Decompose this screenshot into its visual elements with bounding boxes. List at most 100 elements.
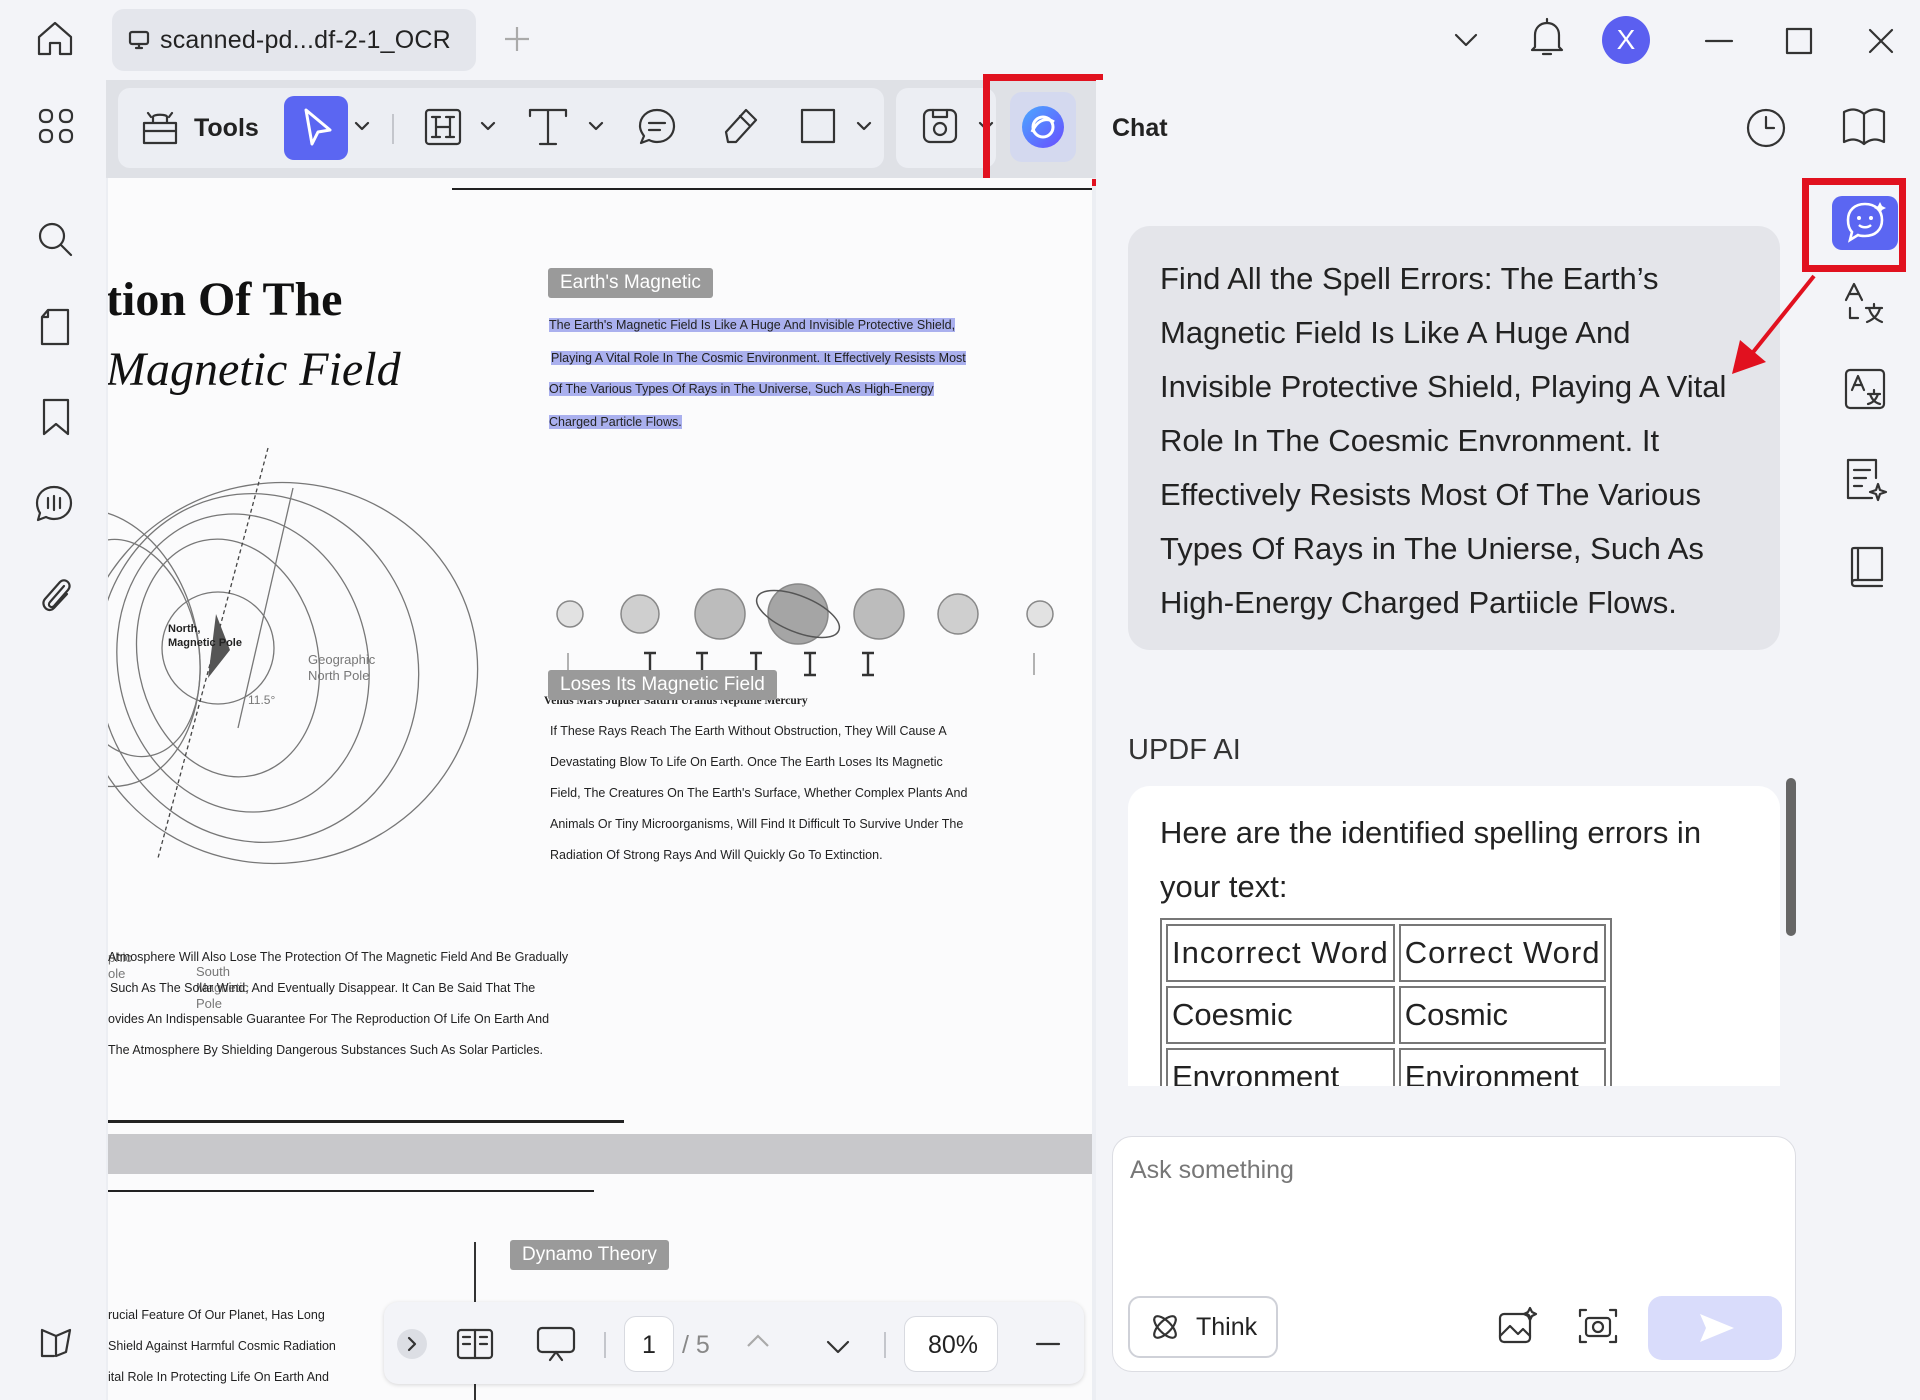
tab-title: scanned-pd...df-2-1_OCR (160, 25, 451, 54)
page-title-line2: Magnetic Field (108, 343, 401, 396)
toolbox-icon (140, 109, 180, 147)
atmos-line-2: Such As The Solar Wind, And Eventually D… (110, 981, 536, 995)
table-row: Envronment Environment (1166, 1048, 1607, 1086)
table-cell: Coesmic (1166, 986, 1395, 1044)
pdf-page-view[interactable]: tion Of The Magnetic Field North, Magnet… (108, 178, 1092, 1400)
north-pole-label2: Magnetic Pole (168, 637, 242, 649)
bell-icon[interactable] (1526, 16, 1568, 60)
table-cell: Cosmic (1398, 986, 1607, 1044)
text-dropdown-icon[interactable] (586, 116, 606, 136)
table-row: Coesmic Cosmic (1166, 986, 1607, 1044)
geo-north-label2: North Pole (308, 668, 369, 683)
ai-button-highlight-box (983, 74, 1103, 186)
left-sidebar (0, 80, 106, 1400)
table-header-row: Incorrect Word Correct Word (1166, 924, 1607, 982)
ai-image-icon[interactable] (1496, 1304, 1540, 1348)
ai-sender-label: UPDF AI (1128, 734, 1241, 766)
loses-line-4: Animals Or Tiny Microorganisms, Will Fin… (550, 817, 964, 831)
page-rule (108, 1120, 624, 1123)
comments-icon[interactable] (32, 482, 76, 526)
page-rule (452, 188, 1092, 190)
section-tag-dynamo: Dynamo Theory (510, 1240, 669, 1270)
shape-dropdown-icon[interactable] (854, 116, 874, 136)
spelling-errors-table: Incorrect Word Correct Word Coesmic Cosm… (1160, 918, 1613, 1086)
divider (884, 1332, 886, 1358)
loses-line-3: Field, The Creatures On The Earth's Surf… (550, 786, 968, 800)
document-tab[interactable]: scanned-pd...df-2-1_OCR (112, 9, 476, 71)
apps-grid-icon[interactable] (36, 106, 76, 146)
cloud-monitor-icon (128, 29, 150, 51)
atmos-line-3: ovides An Indispensable Guarantee For Th… (108, 1012, 550, 1026)
send-button[interactable] (1648, 1296, 1782, 1360)
section-tag-earth: Earth's Magnetic (548, 268, 713, 298)
text-tool-icon[interactable] (526, 106, 570, 148)
save-icon[interactable] (918, 104, 962, 148)
highlighted-paragraph[interactable]: The Earth's Magnetic Field Is Like A Hug… (549, 318, 966, 429)
highlight-dropdown-icon[interactable] (478, 116, 498, 136)
home-icon[interactable] (34, 18, 76, 60)
expand-nav-icon[interactable] (396, 1328, 428, 1360)
divider (604, 1332, 606, 1358)
attachment-icon[interactable] (36, 572, 76, 616)
tools-button[interactable]: Tools (118, 88, 302, 168)
previous-page-icon[interactable] (742, 1326, 774, 1358)
think-label: Think (1196, 1312, 1258, 1341)
loses-line-2: Devastating Blow To Life On Earth. Once … (550, 755, 943, 769)
page-title-line1: tion Of The (108, 273, 343, 326)
shape-tool-icon[interactable] (798, 106, 838, 146)
dynamo-line-2: Shield Against Harmful Cosmic Radiation (108, 1339, 336, 1353)
zoom-level: 80% (928, 1331, 979, 1359)
annotation-arrow (1720, 270, 1820, 380)
tilt-angle-label: 11.5° (248, 693, 275, 707)
search-icon[interactable] (34, 218, 76, 260)
close-icon[interactable] (1864, 24, 1898, 58)
avatar[interactable]: X (1602, 16, 1650, 64)
new-tab-icon[interactable] (500, 22, 534, 56)
section-tag-loses: Loses Its Magnetic Field (548, 670, 777, 700)
screenshot-icon[interactable] (1576, 1304, 1620, 1348)
next-page-icon[interactable] (822, 1330, 854, 1362)
tools-label: Tools (194, 113, 259, 142)
loses-paragraph: If These Rays Reach The Earth Without Ob… (550, 724, 967, 862)
chat-title: Chat (1112, 114, 1168, 142)
select-dropdown-icon[interactable] (352, 116, 372, 136)
right-sidebar (1816, 80, 1920, 1400)
user-message-bubble: Find All the Spell Errors: The Earth’s M… (1128, 226, 1780, 650)
zoom-out-icon[interactable] (1032, 1328, 1064, 1360)
history-clock-icon[interactable] (1744, 106, 1788, 150)
hl-line-4: Charged Particle Flows. (549, 415, 682, 429)
chat-scrollbar[interactable] (1786, 778, 1796, 936)
page-thumbnails-icon[interactable] (36, 306, 74, 348)
page-layout-icon[interactable] (454, 1324, 496, 1364)
highlight-tool-icon[interactable] (422, 106, 464, 148)
hl-line-3: Of The Various Types Of Rays in The Univ… (549, 382, 934, 396)
minimize-icon[interactable] (1702, 24, 1736, 58)
comment-tool-icon[interactable] (636, 106, 678, 148)
bookmark-icon[interactable] (38, 396, 74, 438)
book-icon[interactable] (1844, 544, 1888, 590)
geo-north-label: Geographic (308, 652, 376, 667)
maximize-icon[interactable] (1782, 24, 1816, 58)
page-separator (108, 1134, 1092, 1174)
hl-line-2: Playing A Vital Role In The Cosmic Envir… (551, 351, 966, 365)
chevron-down-icon[interactable] (1450, 24, 1482, 56)
presentation-icon[interactable] (534, 1322, 578, 1366)
dynamo-paragraph: rucial Feature Of Our Planet, Has Long S… (108, 1308, 336, 1384)
table-header: Incorrect Word (1166, 924, 1395, 982)
atmos-line-4: The Atmosphere By Shielding Dangerous Su… (108, 1043, 543, 1057)
north-pole-label: North, (168, 623, 200, 635)
table-cell: Envronment (1166, 1048, 1395, 1086)
select-tool-button[interactable] (284, 96, 348, 160)
magnetic-field-diagram: North, Magnetic Pole Geographic North Po… (108, 428, 528, 1028)
ocr-translate-icon[interactable] (1842, 366, 1888, 412)
think-button[interactable]: Think (1128, 1296, 1278, 1358)
translate-icon[interactable] (1842, 280, 1888, 326)
ai-summary-icon[interactable] (1842, 456, 1888, 504)
layers-icon[interactable] (36, 1322, 76, 1362)
ai-response-bubble: Here are the identified spelling errors … (1128, 786, 1780, 1086)
pen-tool-icon[interactable] (720, 104, 762, 148)
chat-input-placeholder[interactable]: Ask something (1130, 1156, 1294, 1185)
reading-mode-icon[interactable] (1840, 104, 1888, 148)
user-message-text: Find All the Spell Errors: The Earth’s M… (1160, 261, 1727, 620)
hl-line-1: The Earth's Magnetic Field Is Like A Hug… (549, 318, 956, 332)
